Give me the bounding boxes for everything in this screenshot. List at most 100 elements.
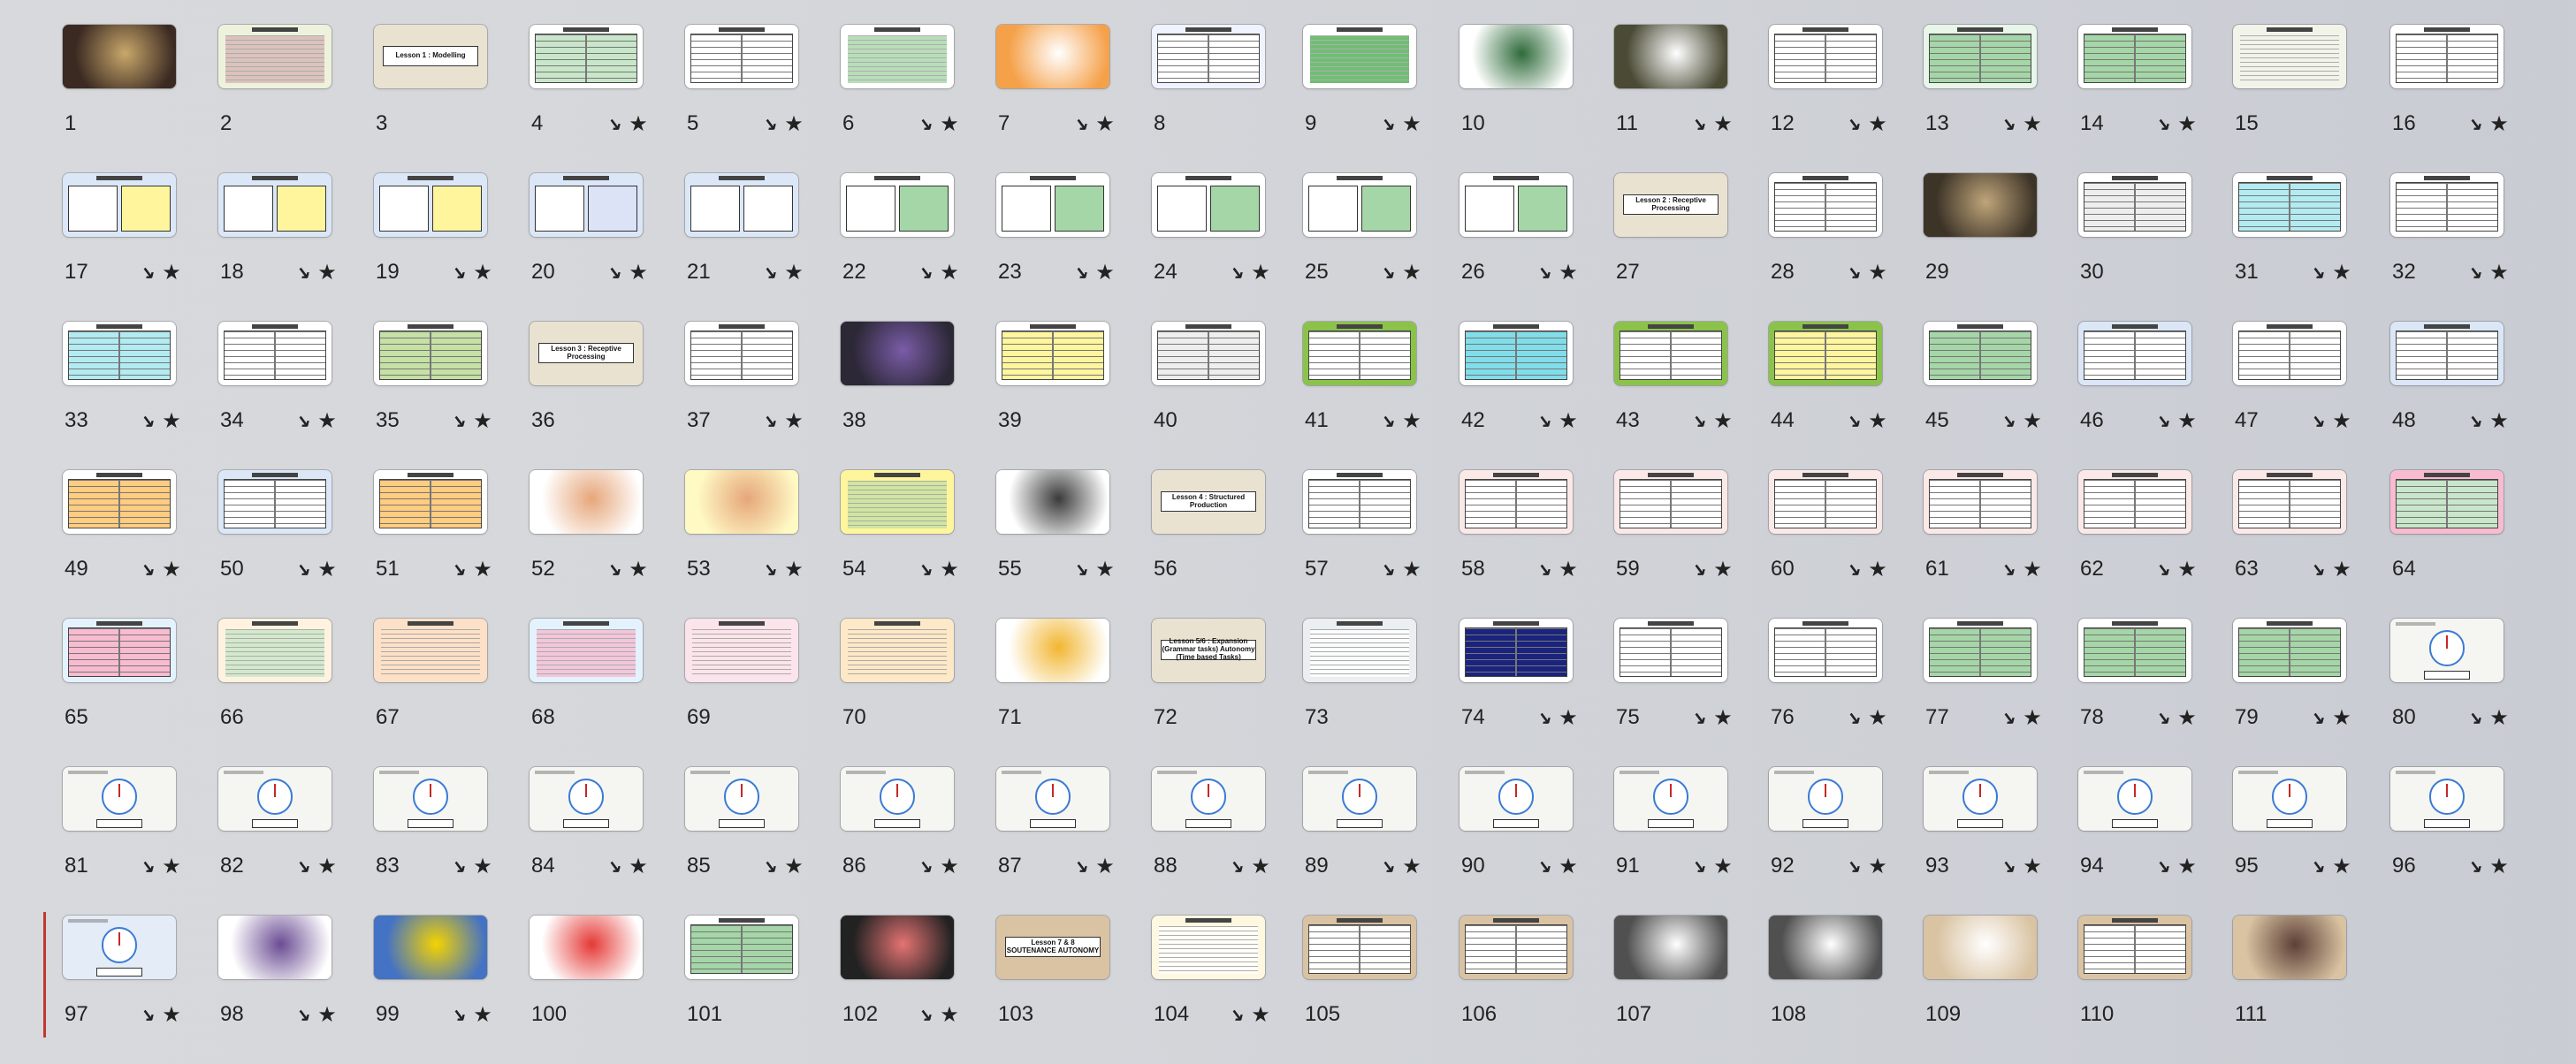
slide-thumbnail-53[interactable]: 53 ↘ ★ — [685, 470, 841, 619]
slide-preview[interactable] — [1303, 619, 1416, 682]
star-icon[interactable]: ★ — [1712, 854, 1734, 879]
animation-icon[interactable]: ↘ — [914, 1004, 935, 1026]
slide-thumbnail-37[interactable]: 37 ↘ ★ — [685, 322, 841, 470]
slide-preview[interactable] — [2078, 322, 2191, 385]
slide-preview[interactable] — [1614, 470, 1727, 534]
animation-icon[interactable]: ↘ — [447, 410, 469, 432]
star-icon[interactable]: ★ — [1094, 260, 1116, 285]
star-icon[interactable]: ★ — [472, 1002, 493, 1028]
slide-thumbnail-51[interactable]: 51 ↘ ★ — [374, 470, 530, 619]
slide-preview[interactable] — [218, 25, 332, 88]
star-icon[interactable]: ★ — [1867, 260, 1888, 285]
slide-thumbnail-82[interactable]: 82 ↘ ★ — [218, 767, 374, 916]
slide-preview[interactable] — [63, 173, 176, 237]
slide-preview[interactable]: Lesson 1 : Modelling — [374, 25, 487, 88]
animation-icon[interactable]: ↘ — [2306, 707, 2328, 729]
star-icon[interactable]: ★ — [628, 111, 649, 137]
animation-icon[interactable]: ↘ — [447, 855, 469, 878]
star-icon[interactable]: ★ — [2488, 260, 2510, 285]
slide-preview[interactable] — [685, 470, 798, 534]
slide-thumbnail-87[interactable]: 87 ↘ ★ — [996, 767, 1152, 916]
slide-thumbnail-28[interactable]: 28 ↘ ★ — [1769, 173, 1924, 322]
slide-preview[interactable] — [218, 619, 332, 682]
star-icon[interactable]: ★ — [783, 557, 804, 582]
slide-preview[interactable] — [841, 173, 954, 237]
slide-thumbnail-16[interactable]: 16 ↘ ★ — [2390, 25, 2546, 173]
slide-thumbnail-6[interactable]: 6 ↘ ★ — [841, 25, 996, 173]
slide-preview[interactable] — [1924, 619, 2037, 682]
star-icon[interactable]: ★ — [2488, 705, 2510, 731]
slide-preview[interactable] — [1769, 916, 1882, 979]
slide-thumbnail-64[interactable]: 64 — [2390, 470, 2546, 619]
slide-preview[interactable] — [1769, 173, 1882, 237]
slide-thumbnail-103[interactable]: Lesson 7 & 8 SOUTENANCE AUTONOMY 103 — [996, 916, 1152, 1064]
slide-thumbnail-3[interactable]: Lesson 1 : Modelling 3 — [374, 25, 530, 173]
star-icon[interactable]: ★ — [1401, 557, 1422, 582]
star-icon[interactable]: ★ — [2022, 854, 2043, 879]
slide-thumbnail-109[interactable]: 109 — [1924, 916, 2079, 1064]
slide-preview[interactable] — [1303, 767, 1416, 831]
slide-preview[interactable] — [2078, 173, 2191, 237]
slide-preview[interactable] — [218, 470, 332, 534]
animation-icon[interactable]: ↘ — [292, 1004, 313, 1026]
slide-thumbnail-79[interactable]: 79 ↘ ★ — [2233, 619, 2389, 767]
animation-icon[interactable]: ↘ — [1688, 113, 1709, 135]
slide-thumbnail-70[interactable]: 70 — [841, 619, 996, 767]
slide-preview[interactable] — [996, 322, 1109, 385]
animation-icon[interactable]: ↘ — [1688, 410, 1709, 432]
slide-preview[interactable] — [374, 322, 487, 385]
slide-preview[interactable] — [996, 173, 1109, 237]
star-icon[interactable]: ★ — [1558, 260, 1579, 285]
star-icon[interactable]: ★ — [161, 260, 182, 285]
slide-thumbnail-60[interactable]: 60 ↘ ★ — [1769, 470, 1924, 619]
star-icon[interactable]: ★ — [2176, 854, 2198, 879]
animation-icon[interactable]: ↘ — [1533, 262, 1554, 284]
slide-thumbnail-39[interactable]: 39 — [996, 322, 1152, 470]
animation-icon[interactable]: ↘ — [758, 855, 780, 878]
slide-thumbnail-96[interactable]: 96 ↘ ★ — [2390, 767, 2546, 916]
slide-thumbnail-83[interactable]: 83 ↘ ★ — [374, 767, 530, 916]
slide-preview[interactable] — [1769, 470, 1882, 534]
animation-icon[interactable]: ↘ — [1842, 855, 1863, 878]
star-icon[interactable]: ★ — [1867, 854, 1888, 879]
slide-preview[interactable] — [63, 25, 176, 88]
slide-thumbnail-72[interactable]: Lesson 5/6 : Expansion (Grammar tasks) A… — [1152, 619, 1307, 767]
star-icon[interactable]: ★ — [161, 557, 182, 582]
animation-icon[interactable]: ↘ — [2152, 113, 2173, 135]
slide-thumbnail-34[interactable]: 34 ↘ ★ — [218, 322, 374, 470]
star-icon[interactable]: ★ — [1250, 260, 1271, 285]
slide-thumbnail-9[interactable]: 9 ↘ ★ — [1303, 25, 1459, 173]
slide-preview[interactable] — [1769, 767, 1882, 831]
star-icon[interactable]: ★ — [316, 408, 338, 434]
star-icon[interactable]: ★ — [1712, 408, 1734, 434]
animation-icon[interactable]: ↘ — [447, 262, 469, 284]
slide-preview[interactable] — [218, 322, 332, 385]
slide-thumbnail-5[interactable]: 5 ↘ ★ — [685, 25, 841, 173]
slide-thumbnail-86[interactable]: 86 ↘ ★ — [841, 767, 996, 916]
star-icon[interactable]: ★ — [316, 557, 338, 582]
slide-thumbnail-110[interactable]: 110 — [2078, 916, 2234, 1064]
slide-thumbnail-69[interactable]: 69 — [685, 619, 841, 767]
slide-preview[interactable] — [374, 767, 487, 831]
star-icon[interactable]: ★ — [1250, 854, 1271, 879]
slide-thumbnail-13[interactable]: 13 ↘ ★ — [1924, 25, 2079, 173]
star-icon[interactable]: ★ — [628, 854, 649, 879]
star-icon[interactable]: ★ — [1867, 111, 1888, 137]
slide-thumbnail-89[interactable]: 89 ↘ ★ — [1303, 767, 1459, 916]
slide-preview[interactable] — [1303, 322, 1416, 385]
slide-thumbnail-45[interactable]: 45 ↘ ★ — [1924, 322, 2079, 470]
slide-thumbnail-43[interactable]: 43 ↘ ★ — [1614, 322, 1770, 470]
slide-thumbnail-93[interactable]: 93 ↘ ★ — [1924, 767, 2079, 916]
slide-thumbnail-108[interactable]: 108 — [1769, 916, 1924, 1064]
slide-preview[interactable] — [2078, 916, 2191, 979]
animation-icon[interactable]: ↘ — [1376, 113, 1398, 135]
star-icon[interactable]: ★ — [783, 111, 804, 137]
star-icon[interactable]: ★ — [2176, 111, 2198, 137]
slide-preview[interactable]: Lesson 4 : Structured Production — [1152, 470, 1265, 534]
slide-preview[interactable] — [1924, 173, 2037, 237]
star-icon[interactable]: ★ — [1558, 408, 1579, 434]
animation-icon[interactable]: ↘ — [1225, 262, 1246, 284]
slide-thumbnail-84[interactable]: 84 ↘ ★ — [530, 767, 685, 916]
slide-preview[interactable] — [1614, 322, 1727, 385]
star-icon[interactable]: ★ — [2022, 557, 2043, 582]
